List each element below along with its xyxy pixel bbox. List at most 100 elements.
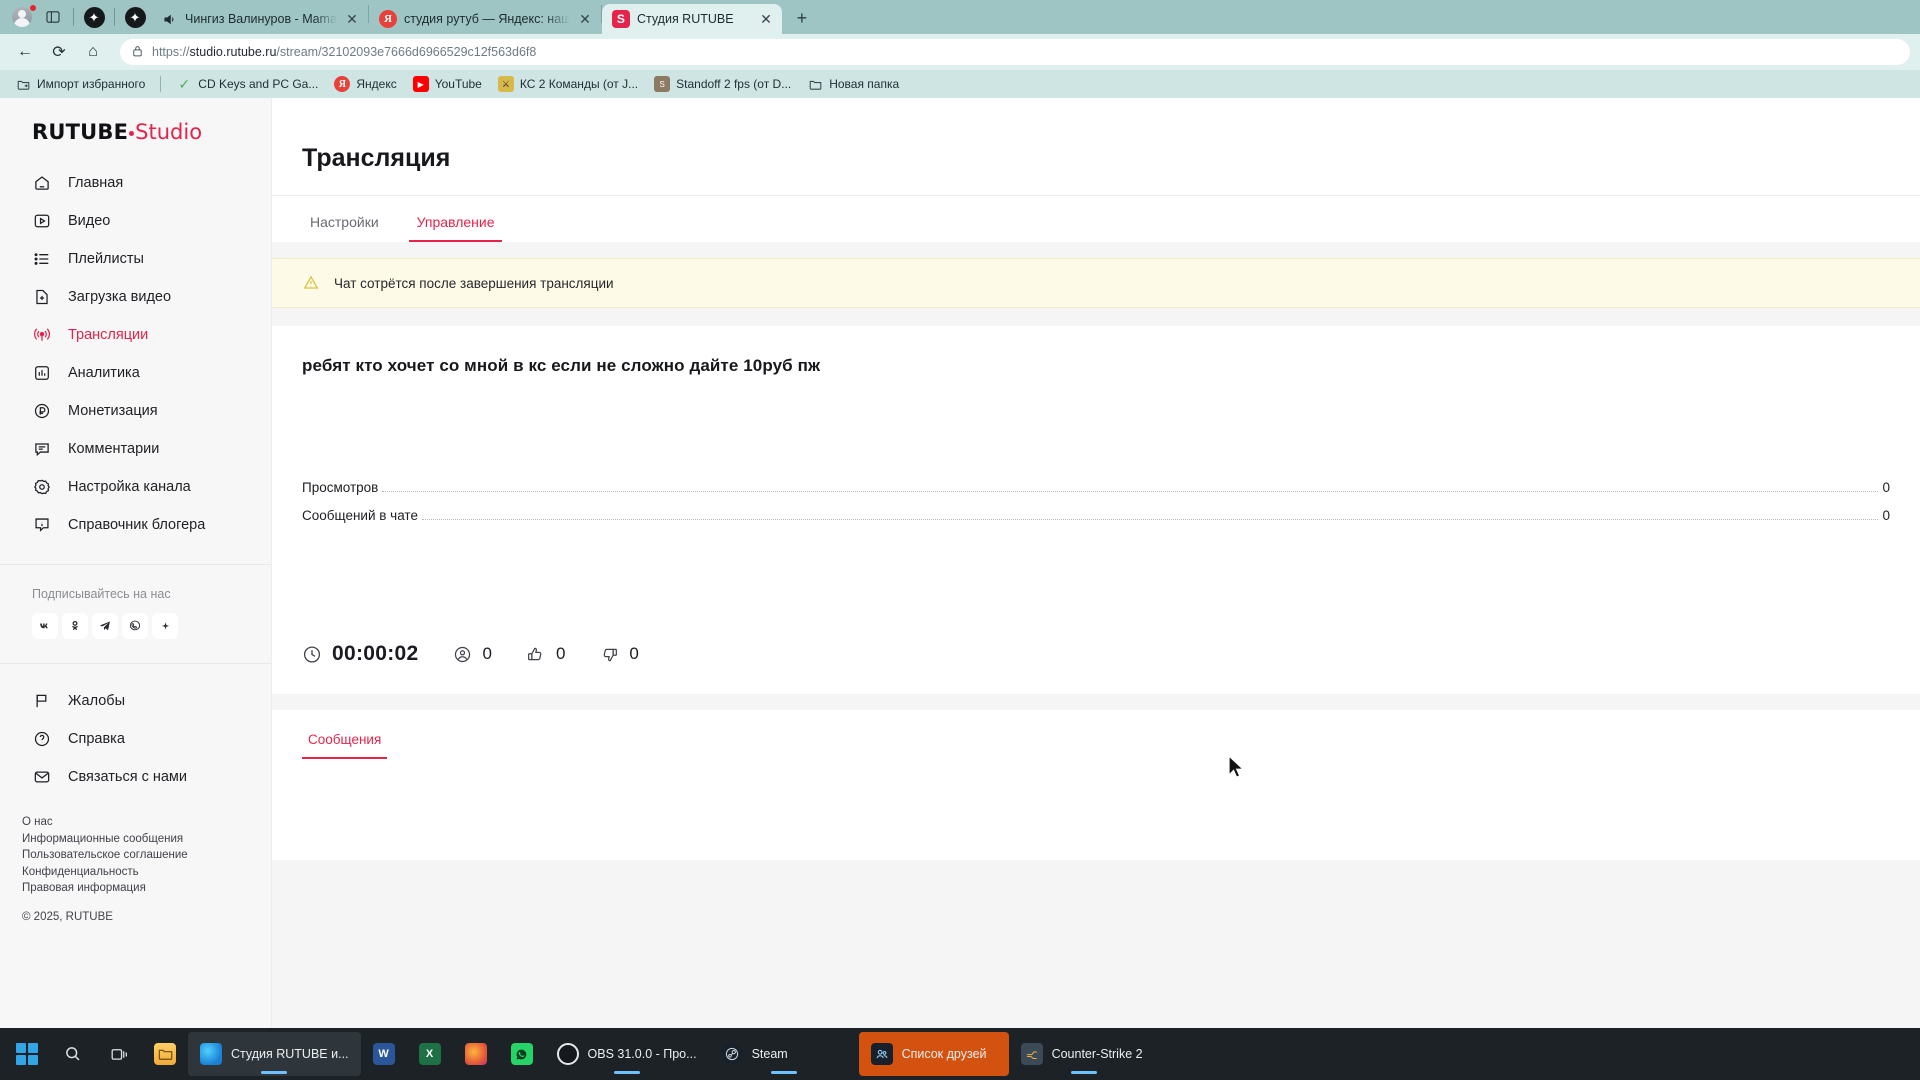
bookmark-standoff[interactable]: S Standoff 2 fps (от D... — [647, 73, 798, 95]
footer-link-user-agreement[interactable]: Пользовательское соглашение — [22, 847, 271, 864]
bookmark-yandex[interactable]: Я Яндекс — [327, 73, 403, 95]
sidebar-item-channel-settings[interactable]: Настройка канала — [0, 468, 271, 506]
taskbar-firefox[interactable] — [453, 1032, 499, 1076]
file-explorer-icon — [154, 1043, 176, 1065]
viber-icon[interactable] — [122, 613, 148, 639]
subscribe-title: Подписывайтесь на нас — [32, 587, 171, 601]
bookmark-newfolder[interactable]: Новая папка — [800, 73, 906, 95]
stream-viewers: 0 — [452, 644, 492, 664]
sidebar-item-label: Связаться с нами — [68, 769, 188, 785]
browser-tab-3[interactable]: S Студия RUTUBE ✕ — [601, 4, 782, 34]
stream-meta-row: 00:00:02 0 0 0 — [302, 530, 1890, 694]
taskbar-file-explorer[interactable] — [142, 1032, 188, 1076]
address-bar[interactable]: https://studio.rutube.ru/stream/32102093… — [120, 39, 1910, 65]
taskbar-edge-rutube[interactable]: Студия RUTUBE и... — [188, 1032, 361, 1076]
sidebar-item-video[interactable]: Видео — [0, 202, 271, 240]
footer-link-info-messages[interactable]: Информационные сообщения — [22, 831, 271, 848]
taskbar-steam[interactable]: Steam — [709, 1032, 859, 1076]
sidebar-item-broadcasts[interactable]: Трансляции — [0, 316, 271, 354]
whatsapp-icon — [510, 1043, 533, 1065]
close-icon[interactable]: ✕ — [344, 11, 360, 27]
stat-value: 0 — [1882, 508, 1890, 523]
sidebar-item-label: Видео — [68, 213, 111, 229]
reload-icon[interactable]: ⟳ — [44, 38, 74, 66]
analytics-icon — [32, 363, 52, 383]
footer-link-legal[interactable]: Правовая информация — [22, 880, 271, 897]
telegram-icon[interactable] — [92, 613, 118, 639]
sidebar-item-label: Справочник блогера — [68, 517, 206, 533]
tab-management[interactable]: Управление — [408, 214, 503, 242]
bookmark-cdkeys[interactable]: ✓ CD Keys and PC Ga... — [169, 73, 325, 95]
sidebar-item-playlists[interactable]: Плейлисты — [0, 240, 271, 278]
browser-tab-strip: ✦ ✦ Чингиз Валинуров - Mama ✕ Я студия р… — [0, 0, 1920, 34]
start-button[interactable] — [4, 1032, 50, 1076]
taskbar-excel[interactable]: X — [407, 1032, 453, 1076]
vk-icon[interactable] — [32, 613, 58, 639]
bookmark-youtube[interactable]: ▶ YouTube — [406, 73, 489, 95]
sidebar-item-analytics[interactable]: Аналитика — [0, 354, 271, 392]
bookmark-cs2[interactable]: ⚔ КС 2 Команды (от J... — [491, 73, 645, 95]
active-indicator — [1070, 1071, 1097, 1074]
flag-icon — [32, 691, 52, 711]
sidebar-item-help[interactable]: Справка — [0, 720, 271, 758]
stat-row-views: Просмотров 0 — [302, 474, 1890, 502]
taskbar-counter-strike-2[interactable]: Counter-Strike 2 — [1009, 1032, 1159, 1076]
taskbar-whatsapp[interactable] — [499, 1032, 545, 1076]
divider — [114, 8, 115, 26]
taskbar-friends-list[interactable]: Список друзей — [858, 1032, 1009, 1076]
copilot-split-icon[interactable]: ✦ — [120, 2, 150, 32]
mail-icon — [32, 767, 52, 787]
tab-settings[interactable]: Настройки — [302, 214, 387, 242]
main-content: Трансляция Настройки Управление Чат сотр… — [272, 98, 1920, 1028]
sidebar-item-monetization[interactable]: Монетизация — [0, 392, 271, 430]
taskbar-obs[interactable]: OBS 31.0.0 - Про... — [545, 1032, 709, 1076]
stat-value: 0 — [1882, 480, 1890, 495]
copilot-icon[interactable]: ✦ — [79, 2, 109, 32]
rutube-studio-logo[interactable]: RUTUBE Studio — [0, 98, 271, 160]
sidebar-item-comments[interactable]: Комментарии — [0, 430, 271, 468]
close-icon[interactable]: ✕ — [758, 11, 774, 27]
tab-title: студия рутуб — Яндекс: нашлос — [403, 12, 570, 26]
notification-badge — [29, 4, 37, 12]
likes-value: 0 — [555, 644, 566, 663]
new-tab-button[interactable]: + — [788, 4, 816, 32]
sidebar-nav: Главная Видео Плейлисты Загрузка видео Т… — [0, 160, 271, 554]
task-view-icon[interactable] — [96, 1032, 142, 1076]
profile-avatar[interactable] — [6, 2, 38, 32]
page-title: Трансляция — [272, 98, 1920, 195]
bookmark-label: Новая папка — [829, 77, 900, 91]
taskbar-word[interactable]: W — [361, 1032, 407, 1076]
speaker-icon — [160, 10, 178, 28]
ok-icon[interactable] — [62, 613, 88, 639]
bookmark-label: КС 2 Команды (от J... — [519, 77, 639, 91]
sidebar-item-label: Справка — [68, 731, 125, 747]
tab-messages[interactable]: Сообщения — [302, 710, 388, 759]
stat-label: Просмотров — [302, 480, 379, 495]
rutube-icon: S — [611, 10, 630, 28]
sidebar-item-complaints[interactable]: Жалобы — [0, 682, 271, 720]
footer-link-privacy[interactable]: Конфиденциальность — [22, 864, 271, 881]
browser-tab-2[interactable]: Я студия рутуб — Яндекс: нашлос ✕ — [369, 4, 601, 34]
back-icon[interactable]: ← — [10, 38, 40, 66]
info-icon — [32, 515, 52, 535]
firefox-icon — [464, 1043, 487, 1065]
search-icon[interactable] — [50, 1032, 96, 1076]
taskbar-app-label: OBS 31.0.0 - Про... — [587, 1047, 697, 1061]
viewer-icon — [452, 644, 472, 664]
home-icon[interactable]: ⌂ — [78, 38, 108, 66]
sidebar-item-label: Трансляции — [68, 327, 149, 343]
sidebar-item-upload[interactable]: Загрузка видео — [0, 278, 271, 316]
more-icon[interactable] — [152, 613, 178, 639]
footer-link-about[interactable]: О нас — [22, 814, 271, 831]
sidebar-item-home[interactable]: Главная — [0, 164, 271, 202]
close-icon[interactable]: ✕ — [577, 11, 593, 27]
sidebar-item-blogger-guide[interactable]: Справочник блогера — [0, 506, 271, 544]
sidebar-item-contact[interactable]: Связаться с нами — [0, 758, 271, 796]
sidebar-item-label: Загрузка видео — [68, 289, 172, 305]
stream-likes: 0 — [526, 644, 565, 664]
active-indicator — [613, 1071, 640, 1074]
tab-actions-icon[interactable] — [38, 2, 68, 32]
bookmark-import[interactable]: Импорт избранного — [8, 73, 152, 95]
browser-tab-1[interactable]: Чингиз Валинуров - Mama ✕ — [150, 4, 368, 34]
folder-icon — [807, 76, 823, 92]
